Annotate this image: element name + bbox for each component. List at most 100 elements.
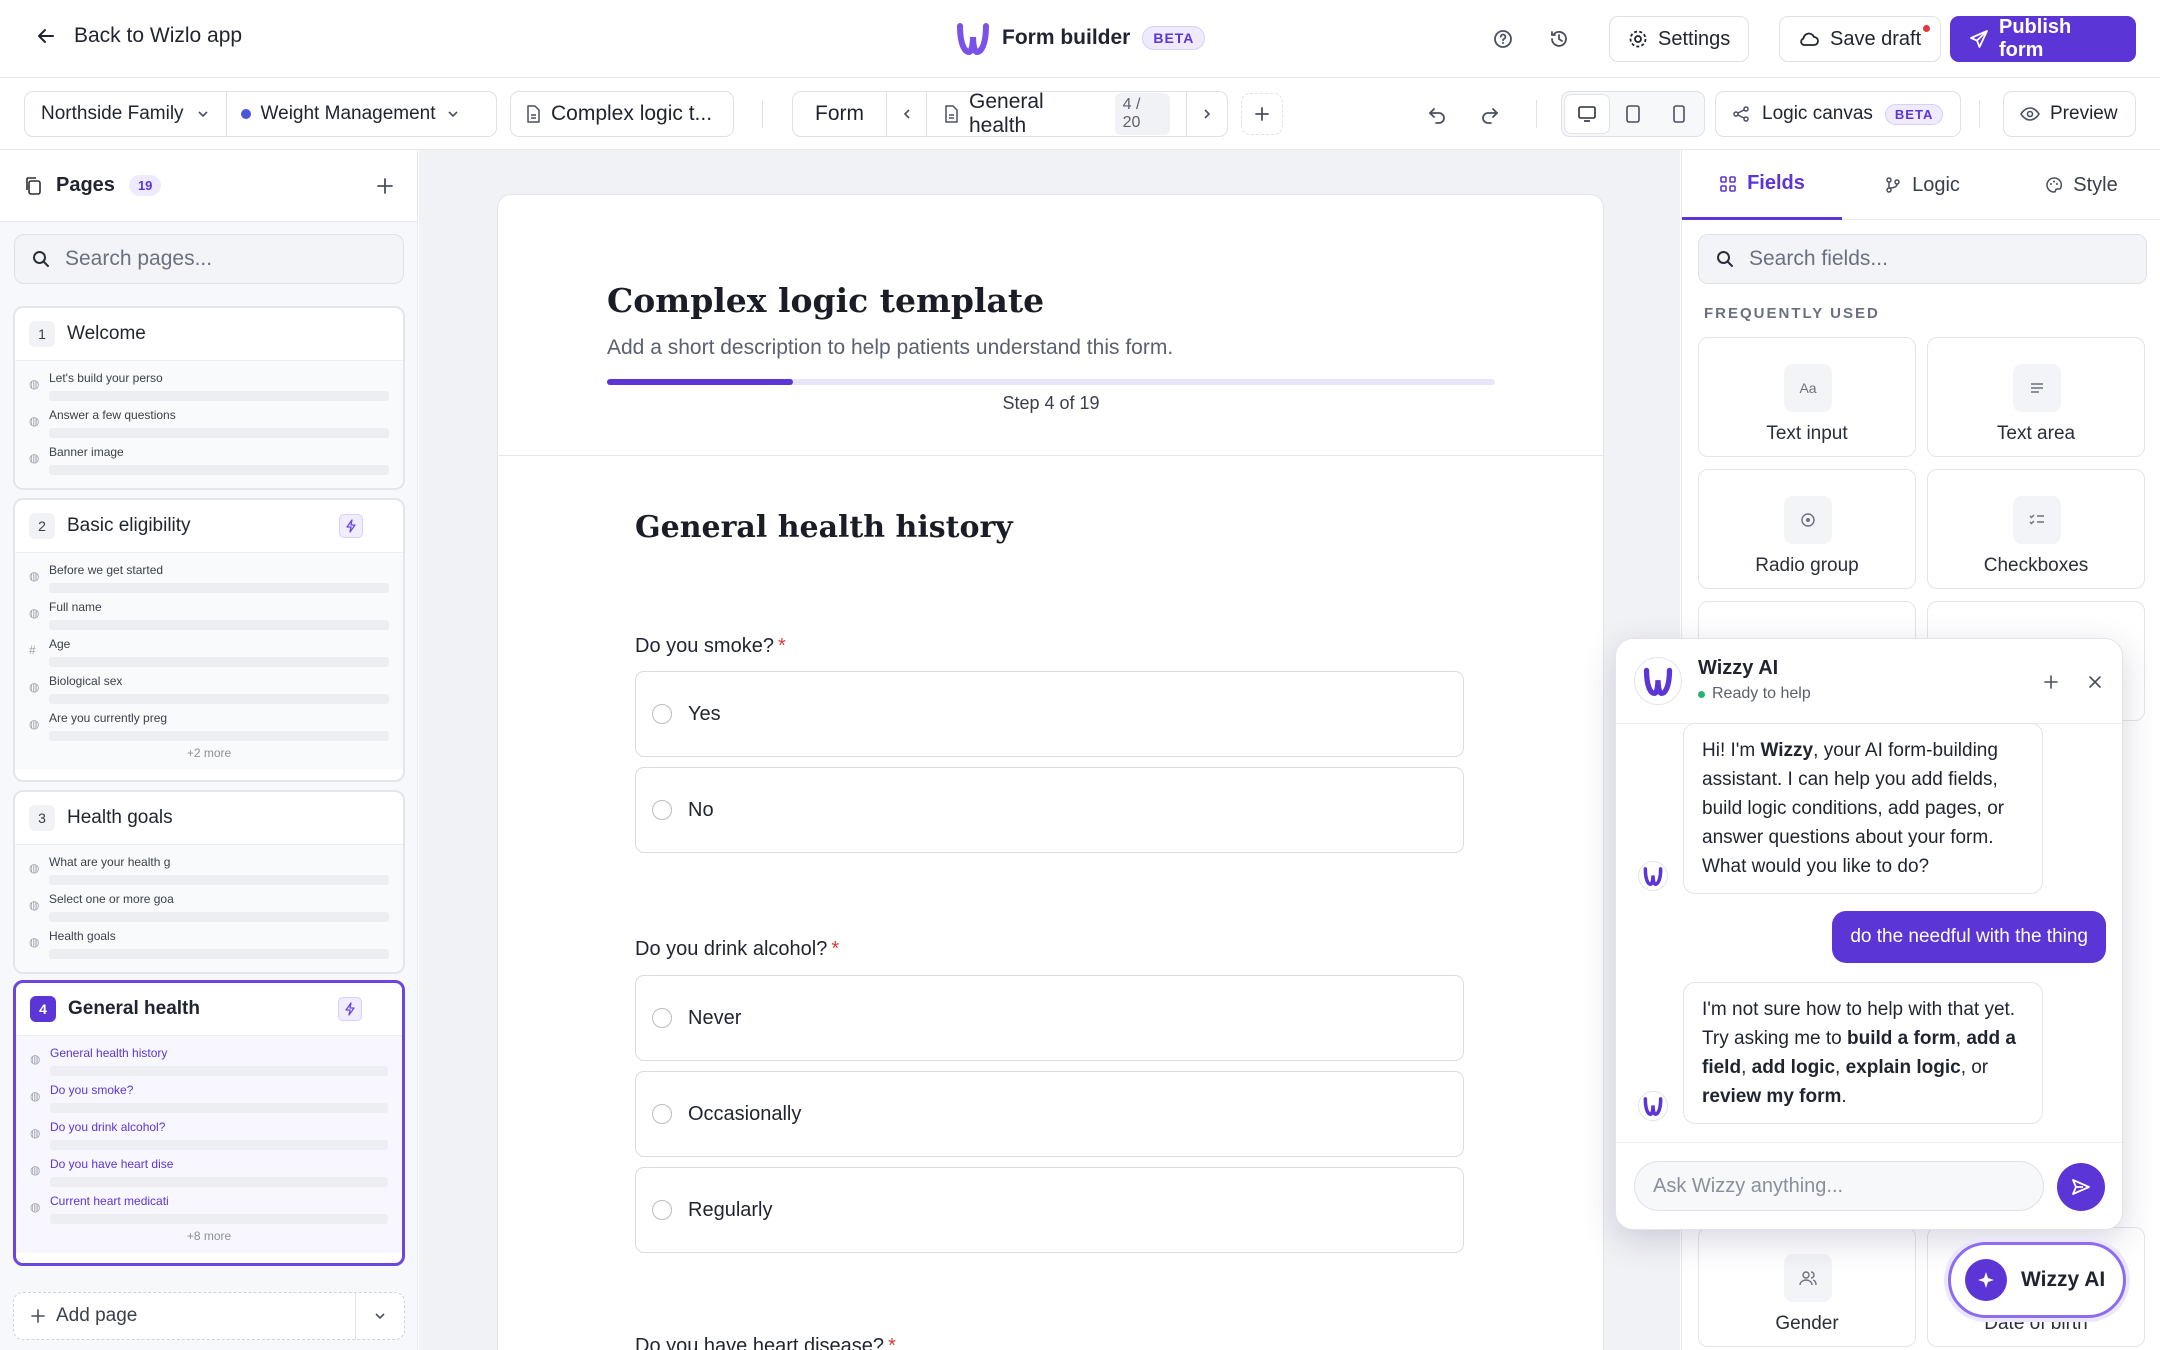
tab-logic[interactable]: Logic [1842,150,2002,220]
field-tile-text-area[interactable]: Text area [1927,337,2145,457]
wizzy-avatar-small [1638,1091,1668,1121]
radio-option[interactable]: Never [635,975,1464,1061]
list-item: ◍ Biological sex [29,670,389,707]
section-title[interactable]: General health history [635,510,1013,545]
chevron-right-icon [1200,107,1214,121]
field-tile-gender[interactable]: Gender [1698,1227,1916,1347]
radio-option[interactable]: Regularly [635,1167,1464,1253]
search-fields-input[interactable]: Search fields... [1698,234,2147,284]
field-label: Select one or more goa [49,892,174,906]
close-chat-button[interactable] [2078,665,2112,699]
tab-style[interactable]: Style [2002,150,2160,220]
add-page-footer-button[interactable]: Add page [14,1293,356,1339]
add-page-options-button[interactable] [356,1293,404,1339]
redo-button[interactable] [1473,97,1507,131]
add-page-plus-button[interactable] [375,176,395,196]
radio-option[interactable]: Occasionally [635,1071,1464,1157]
required-asterisk: * [777,635,786,657]
undo-button[interactable] [1420,97,1454,131]
question-label[interactable]: Do you have heart disease? * [635,1335,896,1350]
view-form-tab[interactable]: Form [793,92,887,136]
context-selector: Northside Family Weight Management [24,91,497,137]
logic-canvas-label: Logic canvas [1762,103,1873,124]
question-text: Do you smoke? [635,635,774,657]
preview-button[interactable]: Preview [2003,91,2136,137]
form-name-field[interactable]: Complex logic t... [510,91,734,137]
form-description[interactable]: Add a short description to help patients… [607,336,1173,360]
tile-label: Text input [1766,423,1848,444]
field-tile-checkboxes[interactable]: Checkboxes [1927,469,2145,589]
wizzy-ai-fab[interactable]: Wizzy AI [1948,1242,2126,1318]
back-link[interactable]: Back to Wizlo app [36,24,242,48]
chat-input-placeholder: Ask Wizzy anything... [1653,1174,1844,1197]
page-card-basic-eligibility[interactable]: 2 Basic eligibility ◍ Before we get start… [13,498,405,782]
current-page-select[interactable]: General health 4 / 20 [927,90,1187,137]
list-item: ◍ Do you drink alcohol? [30,1116,388,1153]
help-button[interactable] [1486,22,1520,56]
question-label[interactable]: Do you drink alcohol? * [635,938,839,961]
workspace-value: Northside Family [41,103,184,124]
program-value: Weight Management [260,103,436,124]
history-button[interactable] [1542,22,1576,56]
copy-icon [24,176,42,196]
page-card-welcome[interactable]: 1 Welcome ◍ Let's build your perso ◍ Answe… [13,306,405,490]
logic-indicator [338,997,362,1021]
chat-input[interactable]: Ask Wizzy anything... [1634,1161,2044,1211]
radio-option[interactable]: Yes [635,671,1464,757]
page-card-general-health[interactable]: 4 General health ◍ General health history… [13,980,405,1266]
add-page-bar: Add page [13,1292,405,1340]
field-tile-radio-group[interactable]: Radio group [1698,469,1916,589]
new-chat-button[interactable] [2034,665,2068,699]
page-card-health-goals[interactable]: 3 Health goals ◍ What are your health g ◍… [13,790,405,974]
document-icon [525,105,541,123]
question-text: Do you drink alcohol? [635,938,828,960]
assistant-message: I'm not sure how to help with that yet. … [1683,982,2043,1124]
pages-sidebar: Pages 19 Search pages... 1 Welcome ◍ Let'… [0,150,418,1350]
field-preview-bar [49,912,389,922]
send-message-button[interactable] [2057,1163,2105,1211]
logic-canvas-button[interactable]: Logic canvas BETA [1715,91,1961,137]
publish-button[interactable]: Publish form [1950,16,2136,62]
add-page-button[interactable] [1241,93,1283,135]
save-draft-button[interactable]: Save draft [1779,16,1941,62]
next-page-button[interactable] [1187,92,1227,136]
radio-option[interactable]: No [635,767,1464,853]
mobile-view-button[interactable] [1656,94,1702,134]
page-number: 1 [29,321,55,347]
page-card-header: 2 Basic eligibility [15,500,403,552]
settings-button[interactable]: Settings [1609,16,1750,62]
field-preview-bar [49,949,389,959]
field-label: General health history [50,1046,168,1060]
more-fields-link[interactable]: +8 more [30,1227,388,1243]
workspace-select[interactable]: Northside Family [25,92,227,136]
option-label: Yes [688,702,721,725]
prev-page-button[interactable] [887,92,927,136]
panel-tabs: Fields Logic Style [1682,150,2160,220]
tab-fields[interactable]: Fields [1682,150,1842,220]
more-fields-link[interactable]: +2 more [29,744,389,760]
list-item: ◍ Are you currently preg [29,707,389,744]
send-icon [2071,1177,2091,1197]
pages-count: 19 [128,175,162,196]
field-icon: ◍ [29,606,40,620]
divider [1979,100,1980,128]
radio-circle [652,1104,672,1124]
form-title[interactable]: Complex logic template [607,281,1044,320]
search-pages-input[interactable]: Search pages... [14,234,404,284]
tablet-view-button[interactable] [1610,94,1656,134]
page-card-header: 1 Welcome [15,308,403,360]
required-asterisk: * [831,938,840,960]
field-label: Current heart medicati [50,1194,169,1208]
wizlo-logo-icon [1643,666,1673,696]
field-preview-bar [50,1214,388,1224]
wizzy-chat-panel: Wizzy AI Ready to help Hi! I'm Wizzy, yo… [1615,638,2123,1230]
desktop-view-button[interactable] [1564,94,1610,134]
tile-label: Text area [1996,423,2076,444]
list-item: ◍ Full name [29,596,389,633]
field-tile-text-input[interactable]: Aa Text input [1698,337,1916,457]
page-number: 3 [29,805,55,831]
question-label[interactable]: Do you smoke? * [635,635,786,658]
program-select[interactable]: Weight Management [227,92,474,136]
field-icon: ◍ [29,898,40,912]
field-preview-bar [49,391,389,401]
